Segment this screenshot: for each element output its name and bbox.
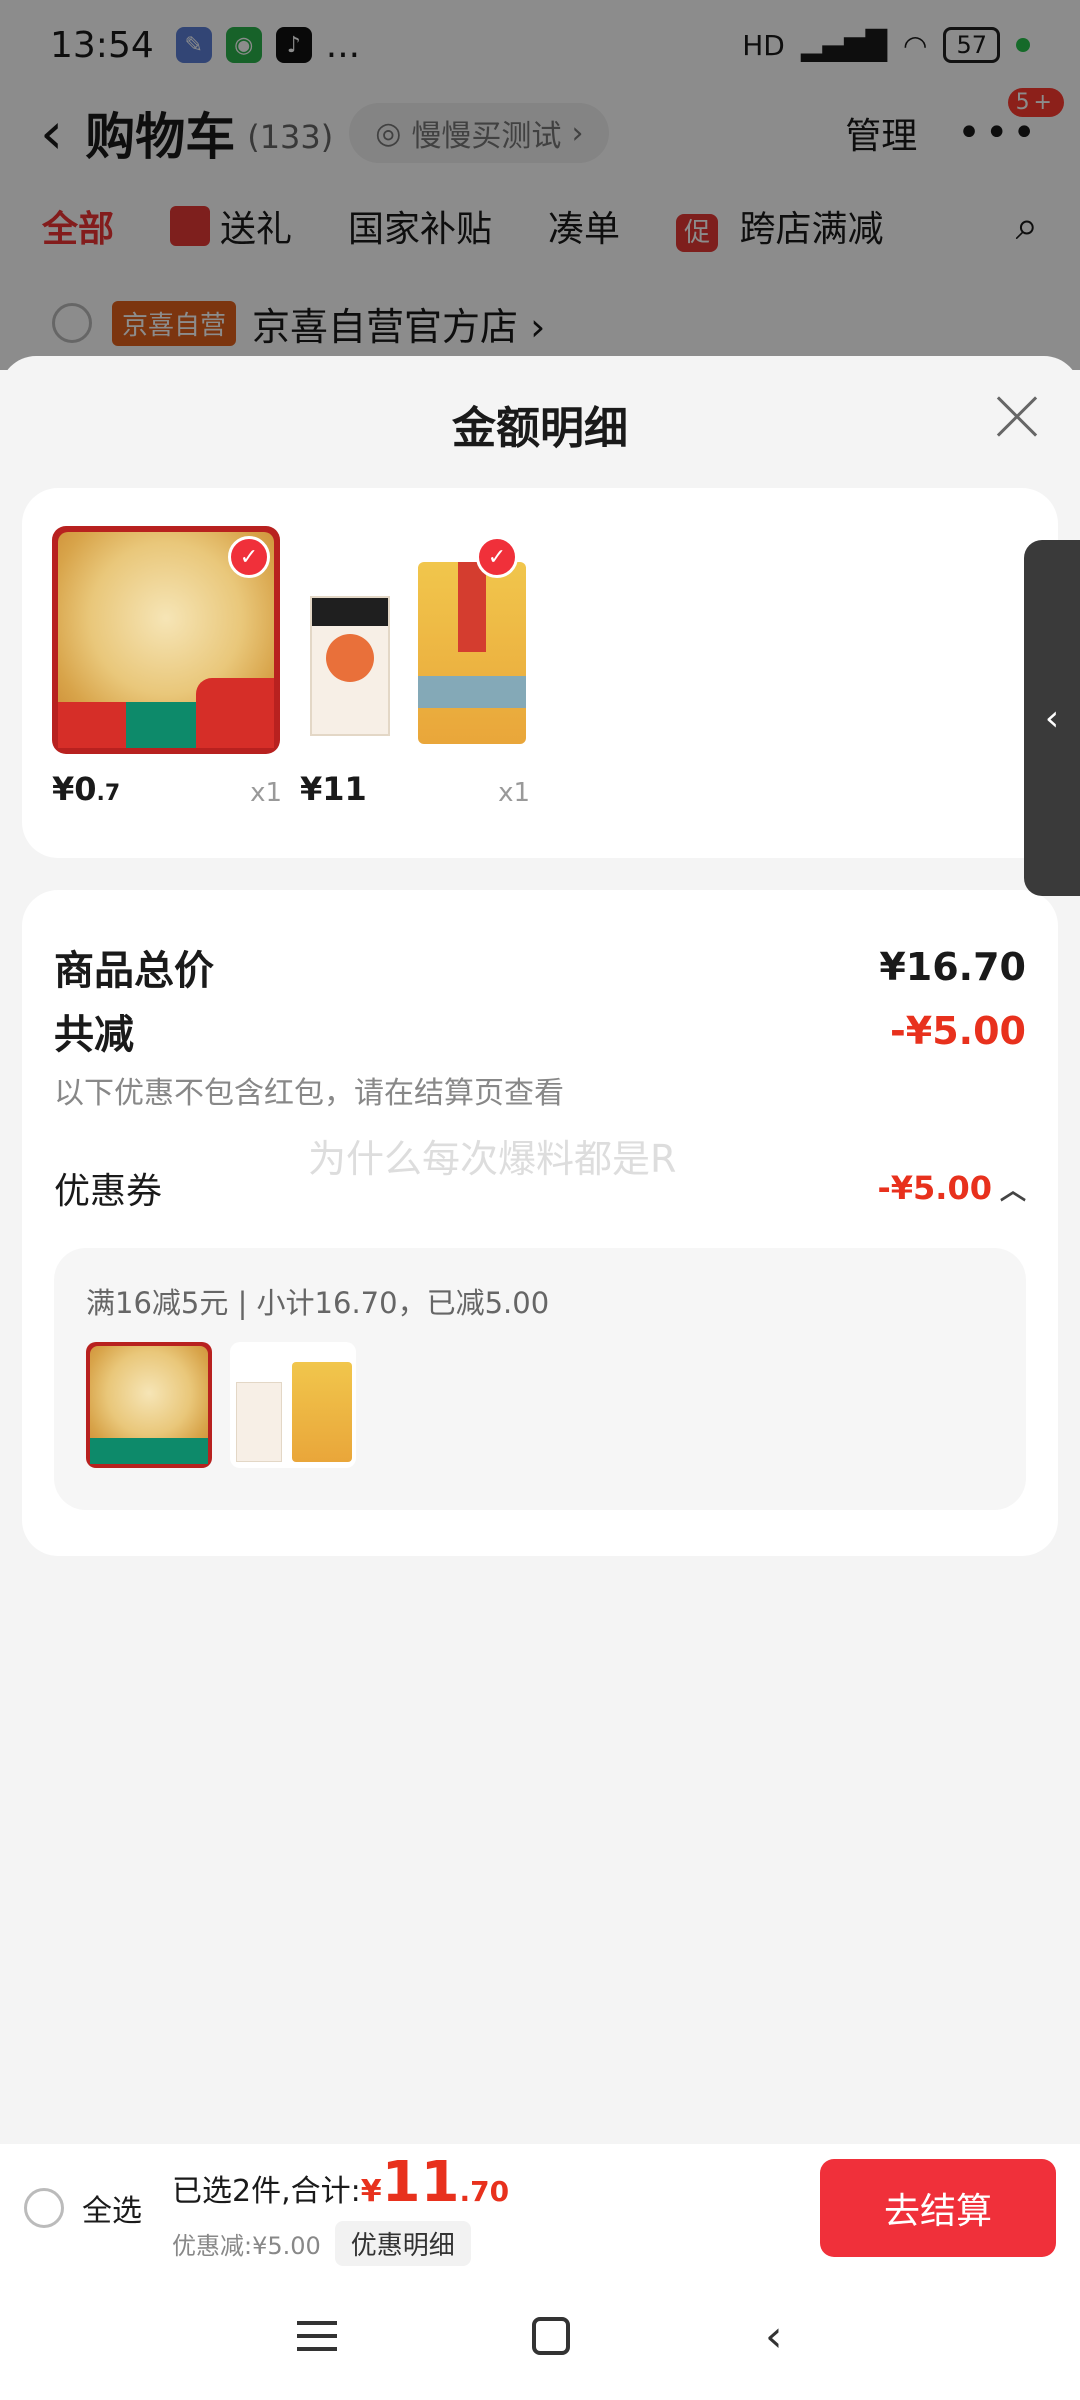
price-summary-card: 商品总价 ¥16.70 共减 -¥5.00 以下优惠不包含红包，请在结算页查看 …	[22, 890, 1058, 1556]
select-all-label: 全选	[82, 2194, 142, 2229]
product-image-rice: ✓	[300, 526, 528, 754]
watermark-text: 为什么每次爆料都是R	[308, 1137, 677, 1181]
coupon-product-thumb-yuba	[86, 1342, 212, 1468]
checked-icon: ✓	[476, 536, 518, 578]
coupon-product-thumb-rice	[230, 1342, 356, 1468]
coupon-value: -¥5.00 ︿	[877, 1169, 1026, 1207]
product-image-yuba: ✓	[52, 526, 280, 754]
product-item-rice[interactable]: ✓ ¥11 x1	[300, 526, 530, 808]
coupon-detail-text: 满16减5元 | 小计16.70，已减5.00	[86, 1286, 550, 1320]
side-drawer-handle[interactable]: ‹	[1024, 540, 1080, 896]
product-qty: x1	[250, 778, 282, 808]
selected-products-card: ✓ ¥0.7 x1 ✓ ¥11 x1	[22, 488, 1058, 858]
discount-detail-button[interactable]: 优惠明细	[334, 2221, 471, 2266]
total-amount-int: 11	[381, 2150, 460, 2215]
amount-detail-sheet: 金额明细 ✓ ¥0.7 x1 ✓ ¥11 x1 商品总价 ¥16.70 共减 -…	[0, 356, 1080, 2144]
chevron-up-icon: ︿	[999, 1175, 1026, 1206]
reduce-row: 共减 -¥5.00	[54, 1002, 1026, 1060]
select-all-radio[interactable]	[24, 2188, 64, 2228]
back-icon[interactable]: ‹	[765, 2311, 783, 2362]
close-icon[interactable]	[990, 392, 1040, 442]
total-price-label: 商品总价	[54, 948, 214, 994]
menu-icon[interactable]	[297, 2321, 338, 2351]
coupon-detail-box: 满16减5元 | 小计16.70，已减5.00	[54, 1248, 1026, 1510]
sheet-title: 金额明细	[452, 403, 628, 454]
reduce-value: -¥5.00	[890, 1009, 1026, 1053]
home-icon[interactable]	[532, 2317, 571, 2355]
total-area: 已选2件,合计: ¥ 11 .70 优惠减:¥5.00 优惠明细	[172, 2150, 509, 2266]
checked-icon: ✓	[228, 536, 270, 578]
system-nav-bar: ‹	[0, 2272, 1080, 2400]
checkout-button[interactable]: 去结算	[820, 2159, 1056, 2257]
product-price: ¥11	[300, 770, 367, 808]
product-price: ¥0.7	[52, 770, 121, 808]
discount-summary: 优惠减:¥5.00	[172, 2232, 321, 2260]
product-qty: x1	[498, 778, 530, 808]
selected-summary: 已选2件,合计:	[172, 2174, 361, 2209]
chevron-left-icon: ‹	[1044, 697, 1060, 739]
total-price-value: ¥16.70	[879, 945, 1026, 989]
dim-overlay[interactable]	[0, 0, 1080, 370]
total-currency: ¥	[360, 2174, 382, 2209]
select-all-toggle[interactable]: 全选	[24, 2186, 142, 2230]
red-packet-note: 以下优惠不包含红包，请在结算页查看	[54, 1076, 564, 1111]
product-item-yuba[interactable]: ✓ ¥0.7 x1	[52, 526, 282, 808]
total-amount-dec: .70	[459, 2175, 510, 2208]
checkout-bar: 全选 已选2件,合计: ¥ 11 .70 优惠减:¥5.00 优惠明细 去结算	[0, 2144, 1080, 2272]
total-price-row: 商品总价 ¥16.70	[54, 938, 1026, 996]
coupon-label: 优惠券	[54, 1171, 163, 1212]
reduce-label: 共减	[54, 1012, 134, 1058]
